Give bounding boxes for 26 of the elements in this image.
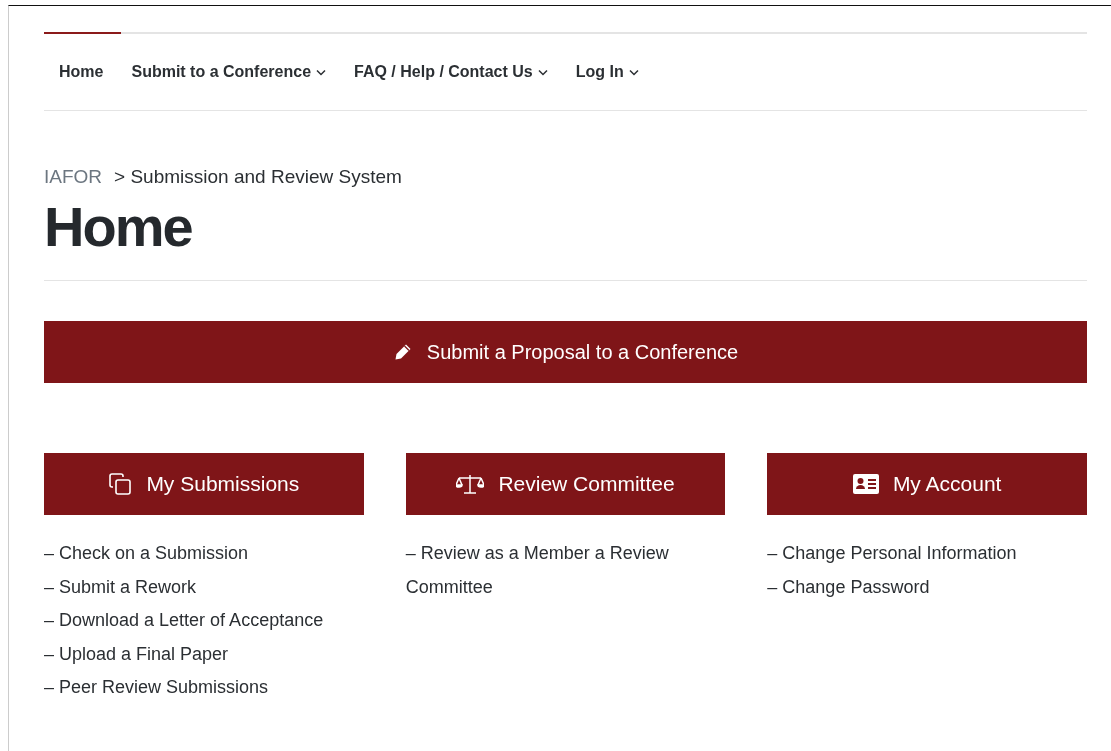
nav-link[interactable]: Home xyxy=(59,60,104,84)
section-button[interactable]: My Account xyxy=(767,453,1087,516)
section-link[interactable]: – Upload a Final Paper xyxy=(44,637,364,672)
breadcrumb-link[interactable]: IAFOR xyxy=(44,163,103,192)
nav-dropdown[interactable]: FAQ / Help / Contact Us xyxy=(354,60,548,84)
chevron-down-icon xyxy=(316,68,327,76)
nav-dropdown[interactable]: Log In xyxy=(575,60,639,84)
copy-icon xyxy=(108,472,133,497)
scales-icon xyxy=(456,473,485,496)
pencil-icon xyxy=(392,342,413,363)
section-link[interactable]: – Submit a Rework xyxy=(44,570,364,605)
section-link[interactable]: – Change Password xyxy=(767,570,1087,605)
section-button[interactable]: My Submissions xyxy=(44,453,364,516)
section-link[interactable]: – Review as a Member a Review Committee xyxy=(405,537,726,605)
breadcrumb-current: > Submission and Review System xyxy=(114,165,402,189)
submit-proposal-button[interactable]: Submit a Proposal to a Conference xyxy=(44,321,1087,384)
section-link[interactable]: – Check on a Submission xyxy=(44,537,364,571)
section-link[interactable]: – Peer Review Submissions xyxy=(44,671,364,705)
section-link[interactable]: – Change Personal Information xyxy=(767,537,1087,571)
section-link[interactable]: – Download a Letter of Acceptance xyxy=(44,604,364,638)
section-button[interactable]: Review Committee xyxy=(405,453,726,516)
nav-dropdown[interactable]: Submit to a Conference xyxy=(131,60,327,84)
page-title: Home xyxy=(44,195,193,258)
chevron-down-icon xyxy=(537,68,548,76)
chevron-down-icon xyxy=(628,68,639,76)
id-card-icon xyxy=(852,474,879,495)
